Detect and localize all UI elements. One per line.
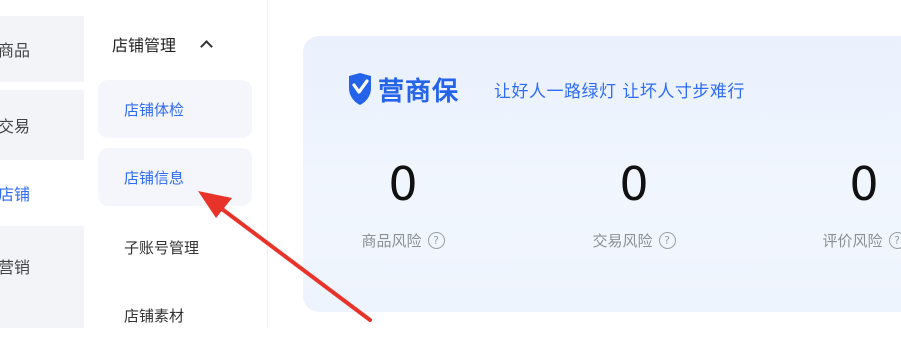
sidebar-item-label: 店铺信息 <box>124 167 184 188</box>
group-title: 店铺管理 <box>112 32 176 56</box>
brand-name: 营商保 <box>378 71 459 108</box>
shop-management-group-header[interactable]: 店铺管理 <box>112 30 211 58</box>
help-icon[interactable]: ? <box>889 232 901 249</box>
metric-label: 评价风险 <box>822 230 882 251</box>
metric-review-risk: 0 评价风险 ? <box>774 158 901 251</box>
sidebar-item-shop-info[interactable]: 店铺信息 <box>98 148 252 206</box>
primary-nav: 商品 交易 店铺 营销 <box>0 0 84 328</box>
brand-slogan: 让好人一路绿灯 让坏人寸步难行 <box>494 77 745 102</box>
help-icon[interactable]: ? <box>659 232 676 249</box>
sidebar-item-label: 店铺素材 <box>124 305 184 326</box>
help-icon[interactable]: ? <box>428 232 445 249</box>
sidebar-item-label: 子账号管理 <box>124 237 199 258</box>
sidebar-item-sub-accounts[interactable]: 子账号管理 <box>98 218 252 276</box>
metric-trade-risk: 0 交易风险 ? <box>544 158 724 251</box>
sidebar-item-shop-checkup[interactable]: 店铺体检 <box>98 80 252 138</box>
sidebar-item-shop-assets[interactable]: 店铺素材 <box>98 286 252 344</box>
metric-value: 0 <box>544 158 724 210</box>
metric-goods-risk: 0 商品风险 ? <box>313 158 493 251</box>
primary-nav-item-marketing[interactable]: 营销 <box>0 226 84 328</box>
primary-nav-item-shop[interactable]: 店铺 <box>0 160 84 226</box>
primary-nav-item-goods[interactable]: 商品 <box>0 16 84 82</box>
metric-value: 0 <box>313 158 493 210</box>
primary-nav-item-trade[interactable]: 交易 <box>0 90 84 160</box>
chevron-up-icon[interactable] <box>200 40 213 53</box>
brand-logo: 营商保 <box>346 70 459 108</box>
shield-check-icon <box>346 72 374 106</box>
divider <box>267 0 268 328</box>
primary-nav-label: 交易 <box>0 113 30 137</box>
sidebar-item-label: 店铺体检 <box>124 99 184 120</box>
metric-label: 商品风险 <box>361 230 421 251</box>
metric-label: 交易风险 <box>592 230 652 251</box>
metric-value: 0 <box>774 158 901 210</box>
primary-nav-label: 店铺 <box>0 181 30 205</box>
primary-nav-label: 商品 <box>0 37 30 61</box>
primary-nav-label: 营销 <box>0 254 30 278</box>
